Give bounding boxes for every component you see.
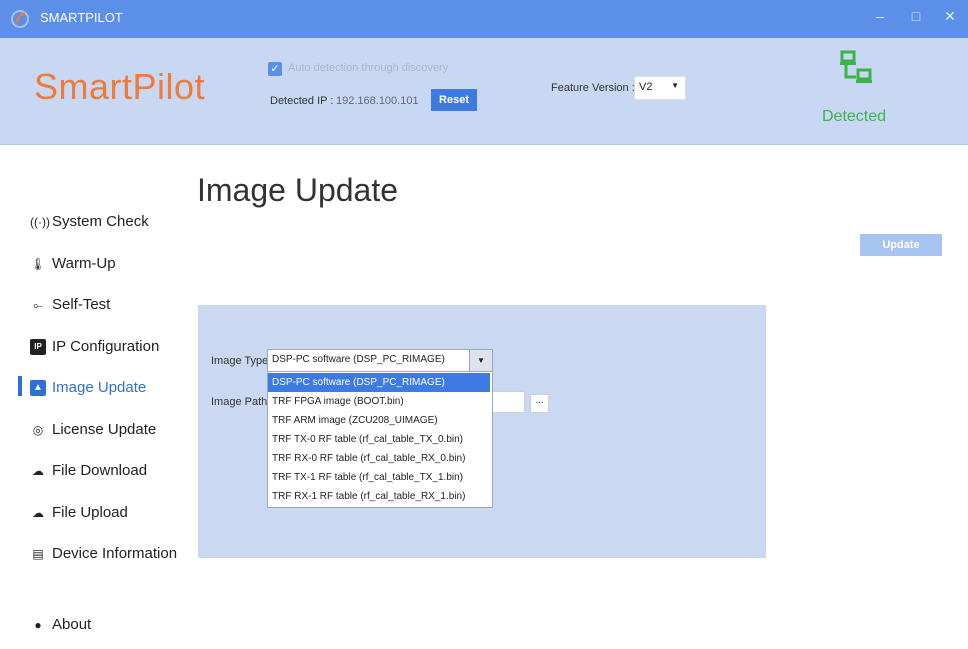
thermometer-icon: 🌡: [30, 257, 46, 271]
cloud-upload-icon: ☁: [32, 506, 44, 520]
network-status-icon: [840, 50, 872, 83]
certificate-icon: ◎: [32, 423, 44, 437]
auto-detect-label: Auto detection through discovery: [288, 62, 449, 74]
brand-title: SmartPilot: [34, 66, 206, 107]
page-title: Image Update: [197, 172, 399, 208]
image-type-label: Image Type: [211, 355, 269, 367]
image-upload-icon: ▲: [30, 380, 46, 396]
dropdown-option[interactable]: TRF FPGA image (BOOT.bin): [268, 392, 490, 411]
image-type-value: DSP-PC software (DSP_PC_RIMAGE): [272, 354, 445, 365]
maximize-button[interactable]: □: [906, 8, 926, 24]
sidebar-item-label: Self-Test: [52, 296, 111, 313]
chat-icon: ●: [34, 618, 42, 632]
sidebar-item-label: System Check: [52, 213, 149, 230]
header-bar: SmartPilot ✓ Auto detection through disc…: [0, 38, 968, 145]
window-title: SMARTPILOT: [40, 10, 123, 25]
sidebar-item-label: About: [52, 616, 92, 633]
update-button[interactable]: Update: [860, 234, 942, 256]
dropdown-option[interactable]: TRF TX-0 RF table (rf_cal_table_TX_0.bin…: [268, 430, 490, 449]
chevron-down-icon: ▼: [671, 81, 679, 90]
sidebar-item-label: Image Update: [52, 379, 147, 396]
sidebar-item-label: Warm-Up: [52, 255, 116, 272]
detected-ip-value: 192.168.100.101: [336, 95, 419, 107]
app-logo-icon: [11, 10, 29, 28]
browse-button[interactable]: ...: [530, 394, 549, 413]
sidebar-item-label: IP Configuration: [52, 338, 160, 355]
dropdown-option[interactable]: TRF RX-0 RF table (rf_cal_table_RX_0.bin…: [268, 449, 490, 468]
image-type-select[interactable]: DSP-PC software (DSP_PC_RIMAGE) ▼: [267, 349, 493, 372]
sidebar-item-label: Device Information: [52, 545, 178, 562]
detected-ip-label: Detected IP :: [270, 95, 334, 107]
auto-detect-checkbox[interactable]: ✓: [268, 62, 282, 76]
image-type-dropdown: DSP-PC software (DSP_PC_RIMAGE) TRF FPGA…: [267, 371, 493, 508]
reset-button[interactable]: Reset: [431, 89, 477, 111]
pulse-icon: ⟜: [33, 298, 43, 312]
dropdown-option[interactable]: TRF TX-1 RF table (rf_cal_table_TX_1.bin…: [268, 468, 490, 487]
image-path-label: Image Path: [211, 396, 268, 408]
dropdown-option[interactable]: DSP-PC software (DSP_PC_RIMAGE): [268, 373, 490, 392]
active-indicator: [18, 376, 22, 396]
signal-icon: ((·)): [30, 215, 50, 229]
feature-version-label: Feature Version :: [551, 82, 635, 94]
cloud-download-icon: ☁: [32, 464, 44, 478]
device-info-icon: ▤: [32, 547, 44, 561]
image-path-input[interactable]: [491, 391, 525, 413]
sidebar-item-label: File Upload: [52, 504, 128, 521]
dropdown-option[interactable]: TRF ARM image (ZCU208_UIMAGE): [268, 411, 490, 430]
minimize-button[interactable]: –: [870, 8, 890, 24]
feature-version-value: V2: [639, 81, 653, 93]
title-bar: SMARTPILOT – □ ✕: [0, 0, 968, 38]
close-button[interactable]: ✕: [940, 8, 960, 25]
dropdown-option[interactable]: TRF RX-1 RF table (rf_cal_table_RX_1.bin…: [268, 487, 490, 506]
sidebar-item-label: File Download: [52, 462, 148, 479]
connection-status-text: Detected: [822, 108, 887, 125]
chevron-down-icon[interactable]: ▼: [469, 350, 492, 371]
feature-version-select[interactable]: V2 ▼: [634, 76, 686, 100]
sidebar-item-label: License Update: [52, 421, 157, 438]
ip-icon: IP: [30, 339, 46, 355]
